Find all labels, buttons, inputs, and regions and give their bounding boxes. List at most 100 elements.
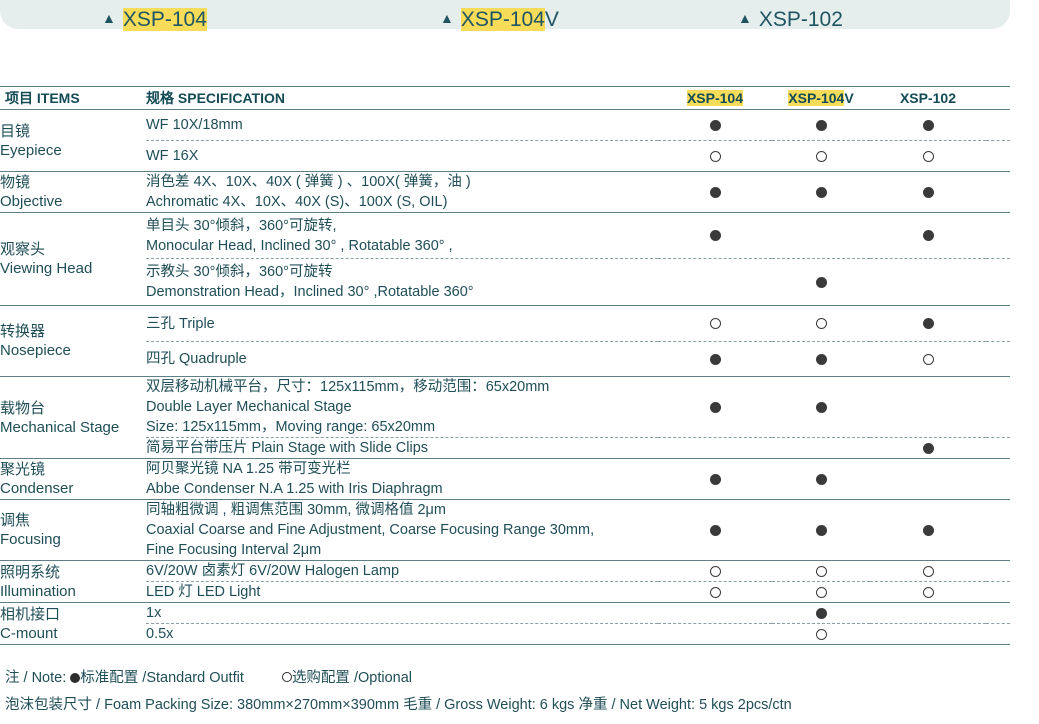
filled-dot-icon (709, 524, 721, 536)
filled-dot-icon (709, 401, 721, 413)
model-1-cell (658, 602, 772, 624)
item-name-zh: 转换器 (0, 323, 46, 340)
filled-dot-icon (922, 442, 934, 454)
header-items: 项目 ITEMS (0, 86, 146, 110)
spec-line: 0.5x (146, 626, 174, 642)
item-name-en: C-mount (0, 624, 58, 642)
spec-cell: 示教头 30°倾斜，360°可旋转 Demonstration Head，Incl… (146, 258, 658, 306)
hollow-dot-icon (815, 628, 827, 640)
spec-cell: 四孔 Quadruple (146, 341, 658, 377)
item-name-zh: 聚光镜 (0, 461, 46, 478)
spec-cell: 阿贝聚光镜 NA 1.25 带可变光栏 Abbe Condenser N.A 1.… (146, 458, 658, 500)
filled-dot-icon (815, 119, 827, 131)
table-row: 目镜 Eyepiece WF 10X/18mm (0, 109, 1010, 172)
model-1-cell (658, 140, 772, 172)
spacer-cell (986, 602, 1010, 624)
table-row: 载物台 Mechanical Stage 双层移动机械平台，尺寸：125x115mm… (0, 376, 1010, 459)
hollow-dot-icon (709, 586, 721, 598)
model-2-cell (772, 171, 870, 213)
hollow-dot-icon (815, 318, 827, 330)
model-3-cell (870, 341, 986, 377)
filled-dot-icon (709, 473, 721, 485)
model-1-cell (658, 109, 772, 141)
spacer-cell (986, 499, 1010, 561)
item-name-zh: 相机接口 (0, 605, 61, 623)
table-body: 目镜 Eyepiece WF 10X/18mm WF 16X 物镜 Objective 消色… (0, 109, 1010, 645)
spec-line: 简易平台带压片 Plain Stage with Slide Clips (146, 440, 429, 456)
model-3-cell (870, 171, 986, 213)
item-cell: 物镜 Objective (0, 171, 146, 213)
hollow-dot-icon (815, 565, 827, 577)
hollow-dot-icon (709, 150, 721, 162)
triangle-up-icon: ▲ (738, 10, 752, 26)
model-2-cell (772, 140, 870, 172)
banner-model-1: ▲ XSP-104 (102, 8, 207, 31)
filled-dot-icon (815, 473, 827, 485)
filled-dot-icon (709, 186, 721, 198)
item-cell: 载物台 Mechanical Stage (0, 376, 146, 459)
table-row: 物镜 Objective 消色差 4X、10X、40X ( 弹簧 ) 、100X( … (0, 171, 1010, 213)
item-cell: 观察头 Viewing Head (0, 212, 146, 306)
model-3-cell (870, 602, 986, 624)
model-2-cell (772, 258, 870, 306)
model-2-cell (772, 602, 870, 624)
model-1-cell (658, 437, 772, 459)
table-row: 聚光镜 Condenser 阿贝聚光镜 NA 1.25 带可变光栏 Abbe Cond… (0, 458, 1010, 500)
header-model-3: XSP-102 (870, 86, 986, 110)
spacer-cell (986, 109, 1010, 141)
table-row: 观察头 Viewing Head 单目头 30°倾斜，360°可旋转, Monocul… (0, 212, 1010, 306)
spec-cell: WF 10X/18mm (146, 109, 658, 141)
model-1-cell (658, 581, 772, 603)
item-name-en: Illumination (0, 582, 76, 600)
spec-line: WF 10X/18mm (146, 117, 243, 133)
spec-line: Coaxial Coarse and Fine Adjustment, Coar… (146, 522, 595, 538)
item-name-en: Condenser (0, 480, 74, 497)
model-3-cell (870, 499, 986, 561)
item-name-zh: 照明系统 (0, 563, 61, 581)
model-2-cell (772, 458, 870, 500)
triangle-up-icon: ▲ (102, 10, 116, 26)
spec-line: 6V/20W 卤素灯 6V/20W Halogen Lamp (146, 563, 400, 579)
model-3-cell (870, 581, 986, 603)
filled-dot-icon (709, 353, 721, 365)
spec-line: 三孔 Triple (146, 315, 215, 332)
spec-line: Monocular Head, Inclined 30° , Rotatable… (146, 237, 453, 254)
model-2-cell (772, 560, 870, 582)
hollow-dot-icon (709, 318, 721, 330)
item-cell: 转换器 Nosepiece (0, 305, 146, 377)
model-1-cell (658, 171, 772, 213)
header-model-2: XSP-104V (772, 86, 870, 110)
filled-dot-icon (709, 230, 721, 242)
specification-table: 项目 ITEMS 规格 SPECIFICATION XSP-104 XSP-10… (0, 86, 1010, 645)
filled-dot-icon (922, 524, 934, 536)
spec-cell: 1x (146, 602, 658, 624)
hollow-dot-icon (922, 586, 934, 598)
model-1-cell (658, 305, 772, 342)
model-3-cell (870, 109, 986, 141)
spec-cell: 双层移动机械平台，尺寸：125x115mm，移动范围：65x20mm Double… (146, 376, 658, 438)
hollow-dot-icon (281, 672, 292, 682)
model-3-cell (870, 376, 986, 438)
spec-line: WF 16X (146, 148, 199, 164)
spec-line: Achromatic 4X、10X、40X (S)、100X (S, OIL) (146, 194, 448, 210)
spacer-cell (986, 258, 1010, 306)
filled-dot-icon (922, 318, 934, 330)
spec-line: 单目头 30°倾斜，360°可旋转, (146, 217, 337, 234)
spec-line: LED 灯 LED Light (146, 584, 261, 600)
hollow-dot-icon (815, 586, 827, 598)
legend-note: 注 / Note: 标准配置 /Standard Outfit 选购配置 /Op… (5, 670, 413, 686)
spec-line: 同轴粗微调 , 粗调焦范围 30mm, 微调格值 2μm (146, 502, 446, 518)
spacer-cell (986, 560, 1010, 582)
model-3-cell (870, 437, 986, 459)
item-cell: 相机接口 C-mount (0, 602, 146, 645)
filled-dot-icon (70, 673, 81, 683)
model-1-cell (658, 212, 772, 259)
banner-model-3: ▲ XSP-102 (738, 8, 843, 31)
item-name-en: Mechanical Stage (0, 418, 120, 436)
spec-cell: 三孔 Triple (146, 305, 658, 342)
item-cell: 目镜 Eyepiece (0, 109, 146, 172)
spacer-cell (986, 581, 1010, 603)
model-2-cell (772, 437, 870, 459)
filled-dot-icon (922, 119, 934, 131)
model-2-cell (772, 623, 870, 645)
